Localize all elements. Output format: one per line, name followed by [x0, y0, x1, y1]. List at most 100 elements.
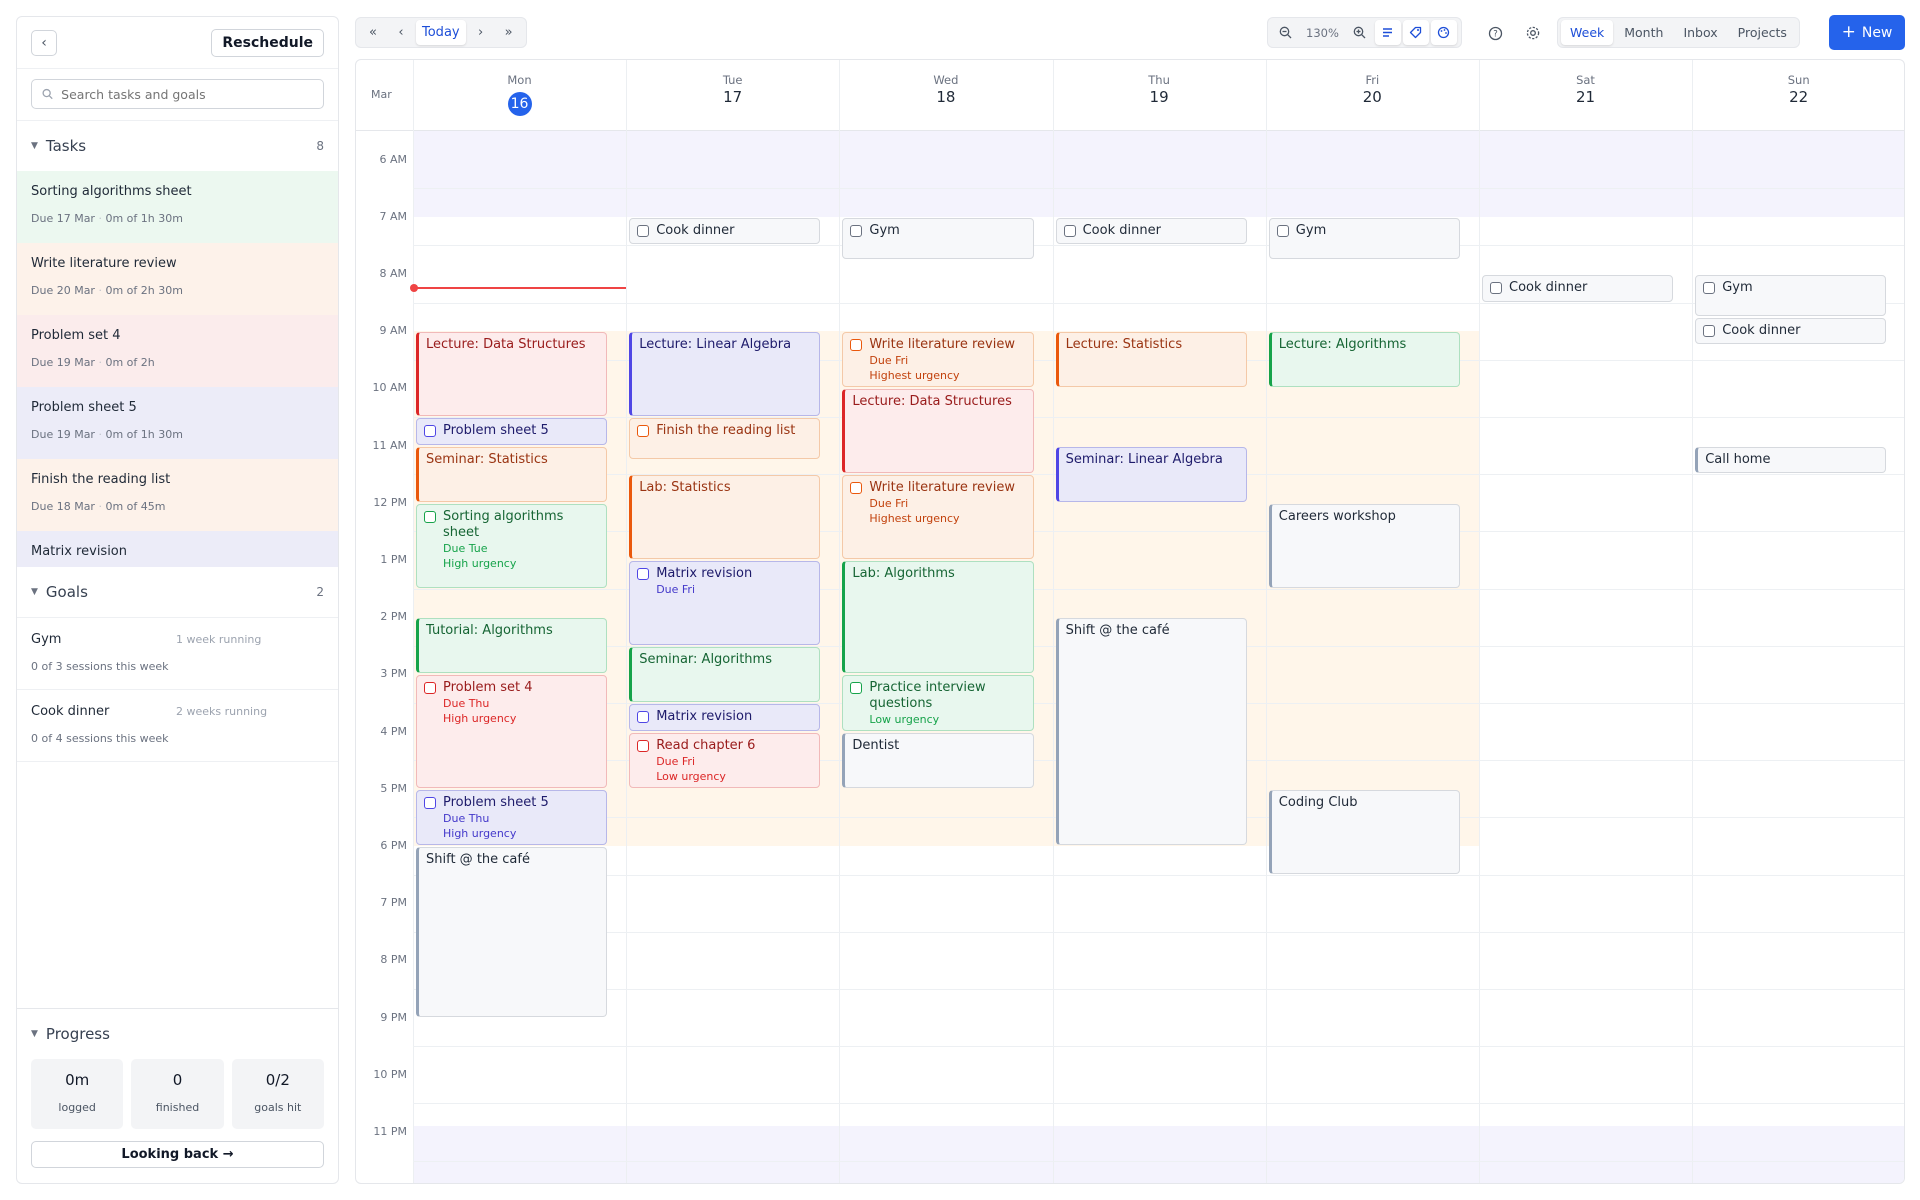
scheduled-task-practice-interview-questions[interactable]: Practice interview questions Low urgency [842, 675, 1034, 731]
calendar-event-dentist[interactable]: Dentist [842, 732, 1034, 788]
task-checkbox[interactable] [850, 224, 863, 237]
scheduled-task-problem-sheet-5[interactable]: Problem sheet 5 Due Thu High urgency [416, 789, 608, 845]
calendar-event-lecture-linear-algebra[interactable]: Lecture: Linear Algebra [629, 332, 821, 416]
scheduled-task-matrix-revision[interactable]: Matrix revision [629, 704, 821, 731]
task-checkbox[interactable] [424, 510, 436, 523]
scheduled-task-cook-dinner[interactable]: Cook dinner [1695, 317, 1887, 345]
task-checkbox[interactable] [1703, 324, 1716, 337]
task-list-item[interactable]: Finish the reading list Due 18 Mar · 0m o… [17, 459, 338, 531]
day-header-sun[interactable]: Sun 22 [1692, 60, 1904, 130]
search-input[interactable] [61, 86, 313, 102]
scheduled-task-cook-dinner[interactable]: Cook dinner [1482, 275, 1674, 302]
task-checkbox[interactable] [850, 339, 863, 352]
search-box[interactable] [31, 79, 324, 109]
next-button[interactable]: › [468, 20, 494, 45]
goal-list-item[interactable]: Gym 1 week running 0 of 3 sessions this we… [17, 618, 338, 690]
task-list-item[interactable]: Sorting algorithms sheet Due 17 Mar · 0m … [17, 171, 338, 243]
goal-sessions: 0 of 3 sessions this week [31, 660, 169, 673]
scheduled-task-gym[interactable]: Gym [1695, 275, 1887, 316]
view-month-tab[interactable]: Month [1615, 20, 1672, 45]
scheduled-task-matrix-revision[interactable]: Matrix revision Due Fri [629, 561, 821, 645]
zoom-in-button[interactable] [1347, 20, 1373, 45]
calendar-event-shift-the-caf[interactable]: Shift @ the café [1055, 618, 1247, 845]
calendar-event-lab-algorithms[interactable]: Lab: Algorithms [842, 561, 1034, 674]
view-projects-tab[interactable]: Projects [1729, 20, 1796, 45]
palette-toggle-button[interactable] [1430, 20, 1457, 45]
task-checkbox[interactable] [1276, 224, 1289, 237]
task-progress: 0m of 1h 30m [105, 428, 183, 441]
scheduled-task-read-chapter-6[interactable]: Read chapter 6 Due Fri Low urgency [629, 732, 821, 788]
scheduled-task-cook-dinner[interactable]: Cook dinner [629, 217, 821, 245]
list-toggle-button[interactable] [1374, 20, 1401, 45]
task-checkbox[interactable] [1703, 282, 1716, 294]
tasks-section-header[interactable]: ▼ Tasks 8 [17, 121, 338, 171]
day-column-divider [1052, 60, 1054, 1183]
scheduled-task-sorting-algorithms-sheet[interactable]: Sorting algorithms sheet Due Tue High urge… [416, 503, 608, 588]
calendar-event-lecture-data-structures[interactable]: Lecture: Data Structures [842, 389, 1034, 474]
task-checkbox[interactable] [1063, 224, 1076, 237]
calendar-event-lecture-algorithms[interactable]: Lecture: Algorithms [1268, 332, 1460, 388]
prev-fast-button[interactable]: « [360, 20, 386, 45]
zoom-out-button[interactable] [1272, 20, 1298, 45]
view-inbox-tab[interactable]: Inbox [1674, 20, 1726, 45]
event-title: Careers workshop [1278, 508, 1396, 524]
task-list-item[interactable]: Matrix revision [17, 531, 338, 567]
reschedule-button[interactable]: Reschedule [211, 28, 324, 57]
settings-button[interactable] [1520, 20, 1546, 46]
scheduled-task-problem-set-4[interactable]: Problem set 4 Due Thu High urgency [416, 675, 608, 788]
task-title: Gym [869, 222, 900, 238]
today-button[interactable]: Today [416, 20, 466, 45]
calendar-event-call-home[interactable]: Call home [1695, 446, 1887, 474]
day-header-mon[interactable]: Mon 16 [413, 60, 626, 130]
day-header-wed[interactable]: Wed 18 [839, 60, 1052, 130]
calendar-event-careers-workshop[interactable]: Careers workshop [1268, 503, 1460, 588]
day-header-tue[interactable]: Tue 17 [626, 60, 839, 130]
task-checkbox[interactable] [637, 711, 650, 723]
tag-toggle-button[interactable] [1402, 20, 1429, 45]
day-header-thu[interactable]: Thu 19 [1053, 60, 1266, 130]
scheduled-task-problem-sheet-5[interactable]: Problem sheet 5 [416, 418, 608, 445]
task-list-item[interactable]: Problem sheet 5 Due 19 Mar · 0m of 1h 30m [17, 387, 338, 459]
goal-list-item[interactable]: Cook dinner 2 weeks running 0 of 4 session… [17, 690, 338, 762]
calendar-event-seminar-algorithms[interactable]: Seminar: Algorithms [629, 646, 821, 702]
calendar-event-lecture-statistics[interactable]: Lecture: Statistics [1055, 332, 1247, 388]
calendar-event-shift-the-caf[interactable]: Shift @ the café [416, 847, 608, 1017]
task-checkbox[interactable] [637, 568, 650, 580]
scheduled-task-cook-dinner[interactable]: Cook dinner [1055, 217, 1247, 245]
progress-section-header[interactable]: ▼ Progress [17, 1009, 338, 1059]
scheduled-task-finish-the-reading-list[interactable]: Finish the reading list [629, 418, 821, 459]
day-header-fri[interactable]: Fri 20 [1266, 60, 1479, 130]
task-checkbox[interactable] [424, 425, 436, 437]
calendar-event-seminar-statistics[interactable]: Seminar: Statistics [416, 446, 608, 502]
calendar-event-coding-club[interactable]: Coding Club [1268, 789, 1460, 874]
calendar-event-tutorial-algorithms[interactable]: Tutorial: Algorithms [416, 618, 608, 674]
task-checkbox[interactable] [1490, 282, 1502, 294]
new-button[interactable]: + New [1829, 15, 1905, 50]
scheduled-task-gym[interactable]: Gym [842, 217, 1034, 259]
calendar-event-lecture-data-structures[interactable]: Lecture: Data Structures [416, 332, 608, 416]
scheduled-task-write-literature-review[interactable]: Write literature review Due Fri Highest ur… [842, 332, 1034, 388]
next-fast-button[interactable]: » [496, 20, 522, 45]
task-list-item[interactable]: Write literature review Due 20 Mar · 0m o… [17, 243, 338, 315]
task-checkbox[interactable] [637, 425, 650, 437]
scheduled-task-gym[interactable]: Gym [1268, 217, 1460, 259]
task-checkbox[interactable] [637, 224, 650, 237]
task-list-item[interactable]: Problem set 4 Due 19 Mar · 0m of 2h [17, 315, 338, 387]
task-checkbox[interactable] [424, 796, 436, 809]
help-button[interactable]: ? [1482, 20, 1508, 46]
scheduled-task-write-literature-review[interactable]: Write literature review Due Fri Highest ur… [842, 475, 1034, 559]
day-header-sat[interactable]: Sat 21 [1479, 60, 1692, 130]
looking-back-button[interactable]: Looking back → [31, 1141, 324, 1168]
calendar-event-seminar-linear-algebra[interactable]: Seminar: Linear Algebra [1055, 446, 1247, 502]
view-week-tab[interactable]: Week [1561, 20, 1614, 45]
hour-gridline [413, 188, 1904, 190]
task-checkbox[interactable] [424, 682, 436, 695]
calendar-event-lab-statistics[interactable]: Lab: Statistics [629, 475, 821, 559]
goals-section-header[interactable]: ▼ Goals 2 [17, 567, 338, 617]
task-checkbox[interactable] [637, 739, 650, 752]
back-button[interactable]: ‹ [31, 29, 57, 56]
prev-button[interactable]: ‹ [388, 20, 414, 45]
task-checkbox[interactable] [850, 482, 863, 495]
event-title: Seminar: Linear Algebra [1065, 451, 1223, 467]
task-checkbox[interactable] [850, 682, 863, 695]
